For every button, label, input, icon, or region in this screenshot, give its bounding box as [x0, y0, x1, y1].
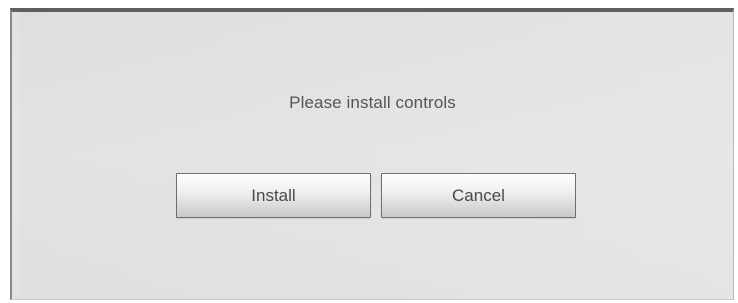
install-button[interactable]: Install: [176, 173, 371, 218]
install-prompt-message: Please install controls: [289, 93, 456, 112]
dialog-background: [20, 12, 733, 299]
cancel-button[interactable]: Cancel: [381, 173, 576, 218]
install-controls-dialog: Please install controls Install Cancel: [10, 8, 734, 300]
